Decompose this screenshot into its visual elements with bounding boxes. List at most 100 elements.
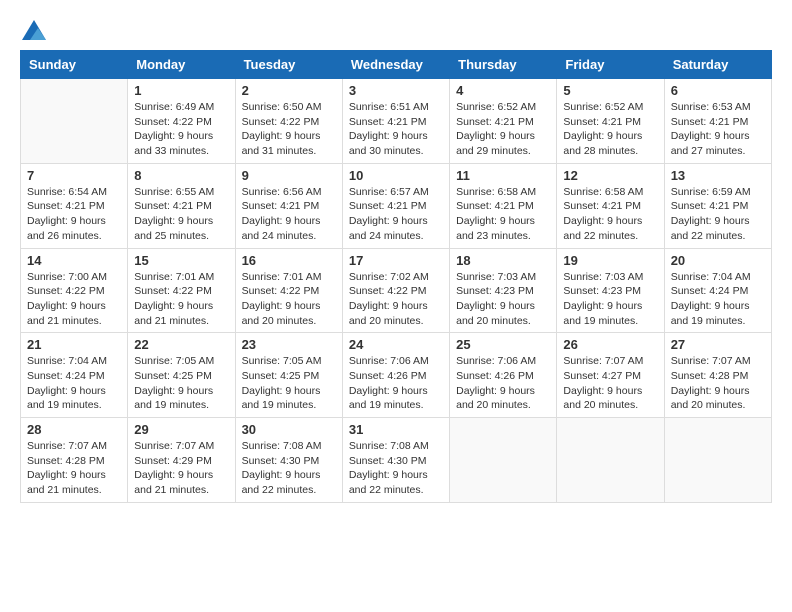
page-header bbox=[20, 20, 772, 40]
day-info: Sunrise: 6:57 AMSunset: 4:21 PMDaylight:… bbox=[349, 185, 443, 244]
table-row: 25 Sunrise: 7:06 AMSunset: 4:26 PMDayligh… bbox=[450, 333, 557, 418]
weekday-header-monday: Monday bbox=[128, 51, 235, 79]
day-number: 14 bbox=[27, 253, 121, 268]
day-number: 15 bbox=[134, 253, 228, 268]
table-row: 17 Sunrise: 7:02 AMSunset: 4:22 PMDayligh… bbox=[342, 248, 449, 333]
table-row bbox=[557, 418, 664, 503]
table-row: 27 Sunrise: 7:07 AMSunset: 4:28 PMDayligh… bbox=[664, 333, 771, 418]
table-row: 1 Sunrise: 6:49 AMSunset: 4:22 PMDaylight… bbox=[128, 79, 235, 164]
table-row: 8 Sunrise: 6:55 AMSunset: 4:21 PMDaylight… bbox=[128, 163, 235, 248]
day-info: Sunrise: 6:58 AMSunset: 4:21 PMDaylight:… bbox=[456, 185, 550, 244]
day-number: 27 bbox=[671, 337, 765, 352]
day-info: Sunrise: 7:05 AMSunset: 4:25 PMDaylight:… bbox=[134, 354, 228, 413]
day-number: 24 bbox=[349, 337, 443, 352]
calendar-week-row: 1 Sunrise: 6:49 AMSunset: 4:22 PMDaylight… bbox=[21, 79, 772, 164]
weekday-header-tuesday: Tuesday bbox=[235, 51, 342, 79]
day-info: Sunrise: 6:59 AMSunset: 4:21 PMDaylight:… bbox=[671, 185, 765, 244]
table-row: 12 Sunrise: 6:58 AMSunset: 4:21 PMDayligh… bbox=[557, 163, 664, 248]
day-info: Sunrise: 6:51 AMSunset: 4:21 PMDaylight:… bbox=[349, 100, 443, 159]
day-number: 2 bbox=[242, 83, 336, 98]
table-row: 2 Sunrise: 6:50 AMSunset: 4:22 PMDaylight… bbox=[235, 79, 342, 164]
day-info: Sunrise: 6:54 AMSunset: 4:21 PMDaylight:… bbox=[27, 185, 121, 244]
day-info: Sunrise: 6:55 AMSunset: 4:21 PMDaylight:… bbox=[134, 185, 228, 244]
day-number: 3 bbox=[349, 83, 443, 98]
day-number: 7 bbox=[27, 168, 121, 183]
day-info: Sunrise: 7:03 AMSunset: 4:23 PMDaylight:… bbox=[563, 270, 657, 329]
table-row bbox=[450, 418, 557, 503]
weekday-header-sunday: Sunday bbox=[21, 51, 128, 79]
calendar-week-row: 14 Sunrise: 7:00 AMSunset: 4:22 PMDayligh… bbox=[21, 248, 772, 333]
day-number: 1 bbox=[134, 83, 228, 98]
day-number: 17 bbox=[349, 253, 443, 268]
day-number: 8 bbox=[134, 168, 228, 183]
day-number: 28 bbox=[27, 422, 121, 437]
day-number: 31 bbox=[349, 422, 443, 437]
day-info: Sunrise: 7:01 AMSunset: 4:22 PMDaylight:… bbox=[134, 270, 228, 329]
table-row: 4 Sunrise: 6:52 AMSunset: 4:21 PMDaylight… bbox=[450, 79, 557, 164]
day-info: Sunrise: 7:06 AMSunset: 4:26 PMDaylight:… bbox=[456, 354, 550, 413]
day-number: 12 bbox=[563, 168, 657, 183]
day-info: Sunrise: 6:49 AMSunset: 4:22 PMDaylight:… bbox=[134, 100, 228, 159]
day-info: Sunrise: 7:08 AMSunset: 4:30 PMDaylight:… bbox=[242, 439, 336, 498]
day-number: 6 bbox=[671, 83, 765, 98]
table-row: 22Sunrise: 7:05 AMSunset: 4:25 PMDayligh… bbox=[128, 333, 235, 418]
table-row: 9Sunrise: 6:56 AMSunset: 4:21 PMDaylight… bbox=[235, 163, 342, 248]
table-row: 11 Sunrise: 6:58 AMSunset: 4:21 PMDayligh… bbox=[450, 163, 557, 248]
table-row bbox=[21, 79, 128, 164]
day-info: Sunrise: 7:01 AMSunset: 4:22 PMDaylight:… bbox=[242, 270, 336, 329]
day-info: Sunrise: 6:53 AMSunset: 4:21 PMDaylight:… bbox=[671, 100, 765, 159]
day-info: Sunrise: 7:00 AMSunset: 4:22 PMDaylight:… bbox=[27, 270, 121, 329]
day-info: Sunrise: 6:50 AMSunset: 4:22 PMDaylight:… bbox=[242, 100, 336, 159]
day-number: 13 bbox=[671, 168, 765, 183]
weekday-header-saturday: Saturday bbox=[664, 51, 771, 79]
day-info: Sunrise: 7:02 AMSunset: 4:22 PMDaylight:… bbox=[349, 270, 443, 329]
day-number: 26 bbox=[563, 337, 657, 352]
day-info: Sunrise: 6:56 AMSunset: 4:21 PMDaylight:… bbox=[242, 185, 336, 244]
day-number: 5 bbox=[563, 83, 657, 98]
day-info: Sunrise: 7:03 AMSunset: 4:23 PMDaylight:… bbox=[456, 270, 550, 329]
logo bbox=[20, 20, 48, 40]
day-info: Sunrise: 7:08 AMSunset: 4:30 PMDaylight:… bbox=[349, 439, 443, 498]
table-row: 30Sunrise: 7:08 AMSunset: 4:30 PMDayligh… bbox=[235, 418, 342, 503]
table-row bbox=[664, 418, 771, 503]
day-info: Sunrise: 7:04 AMSunset: 4:24 PMDaylight:… bbox=[27, 354, 121, 413]
day-info: Sunrise: 6:58 AMSunset: 4:21 PMDaylight:… bbox=[563, 185, 657, 244]
day-info: Sunrise: 6:52 AMSunset: 4:21 PMDaylight:… bbox=[456, 100, 550, 159]
logo-icon bbox=[22, 20, 46, 40]
day-number: 10 bbox=[349, 168, 443, 183]
table-row: 5 Sunrise: 6:52 AMSunset: 4:21 PMDaylight… bbox=[557, 79, 664, 164]
day-info: Sunrise: 7:07 AMSunset: 4:28 PMDaylight:… bbox=[27, 439, 121, 498]
weekday-header-wednesday: Wednesday bbox=[342, 51, 449, 79]
table-row: 19 Sunrise: 7:03 AMSunset: 4:23 PMDayligh… bbox=[557, 248, 664, 333]
table-row: 14 Sunrise: 7:00 AMSunset: 4:22 PMDayligh… bbox=[21, 248, 128, 333]
day-number: 18 bbox=[456, 253, 550, 268]
day-info: Sunrise: 7:07 AMSunset: 4:29 PMDaylight:… bbox=[134, 439, 228, 498]
weekday-header-thursday: Thursday bbox=[450, 51, 557, 79]
day-number: 16 bbox=[242, 253, 336, 268]
day-number: 23 bbox=[242, 337, 336, 352]
table-row: 24 Sunrise: 7:06 AMSunset: 4:26 PMDayligh… bbox=[342, 333, 449, 418]
day-number: 11 bbox=[456, 168, 550, 183]
table-row: 26 Sunrise: 7:07 AMSunset: 4:27 PMDayligh… bbox=[557, 333, 664, 418]
table-row: 10 Sunrise: 6:57 AMSunset: 4:21 PMDayligh… bbox=[342, 163, 449, 248]
table-row: 15 Sunrise: 7:01 AMSunset: 4:22 PMDayligh… bbox=[128, 248, 235, 333]
calendar-table: SundayMondayTuesdayWednesdayThursdayFrid… bbox=[20, 50, 772, 503]
day-number: 25 bbox=[456, 337, 550, 352]
day-number: 19 bbox=[563, 253, 657, 268]
day-number: 21 bbox=[27, 337, 121, 352]
weekday-header-row: SundayMondayTuesdayWednesdayThursdayFrid… bbox=[21, 51, 772, 79]
table-row: 3 Sunrise: 6:51 AMSunset: 4:21 PMDaylight… bbox=[342, 79, 449, 164]
day-info: Sunrise: 7:04 AMSunset: 4:24 PMDaylight:… bbox=[671, 270, 765, 329]
day-number: 20 bbox=[671, 253, 765, 268]
table-row: 7 Sunrise: 6:54 AMSunset: 4:21 PMDaylight… bbox=[21, 163, 128, 248]
table-row: 21 Sunrise: 7:04 AMSunset: 4:24 PMDayligh… bbox=[21, 333, 128, 418]
table-row: 28 Sunrise: 7:07 AMSunset: 4:28 PMDayligh… bbox=[21, 418, 128, 503]
day-info: Sunrise: 6:52 AMSunset: 4:21 PMDaylight:… bbox=[563, 100, 657, 159]
day-info: Sunrise: 7:07 AMSunset: 4:28 PMDaylight:… bbox=[671, 354, 765, 413]
table-row: 31 Sunrise: 7:08 AMSunset: 4:30 PMDayligh… bbox=[342, 418, 449, 503]
day-number: 4 bbox=[456, 83, 550, 98]
table-row: 13 Sunrise: 6:59 AMSunset: 4:21 PMDayligh… bbox=[664, 163, 771, 248]
day-info: Sunrise: 7:07 AMSunset: 4:27 PMDaylight:… bbox=[563, 354, 657, 413]
day-info: Sunrise: 7:06 AMSunset: 4:26 PMDaylight:… bbox=[349, 354, 443, 413]
table-row: 18 Sunrise: 7:03 AMSunset: 4:23 PMDayligh… bbox=[450, 248, 557, 333]
